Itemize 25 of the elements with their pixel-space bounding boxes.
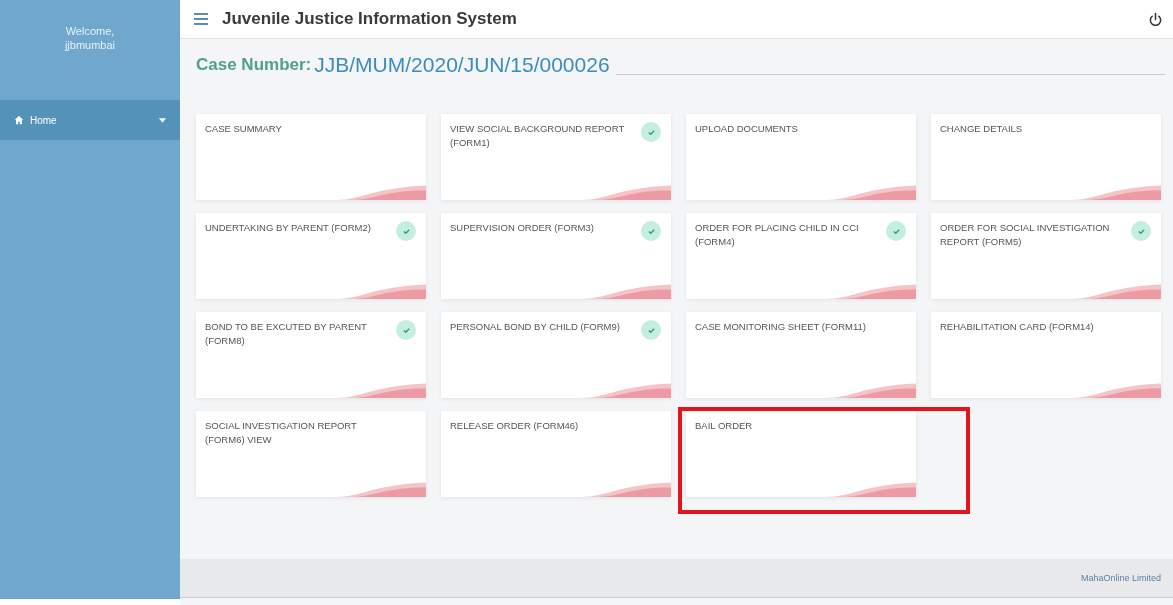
- case-number-label: Case Number:: [196, 55, 312, 76]
- case-number: JJB/MUM/2020/JUN/15/000026: [314, 53, 610, 77]
- form-card[interactable]: REHABILITATION CARD (FORM14): [931, 312, 1161, 398]
- user-name: jjbmumbai: [64, 38, 116, 52]
- footer-text: MahaOnline Limited: [1080, 573, 1161, 583]
- form-card[interactable]: ORDER FOR PLACING CHILD IN CCI (FORM4): [686, 213, 916, 299]
- form-card[interactable]: BAIL ORDER: [686, 411, 916, 497]
- menu-button[interactable]: [194, 13, 208, 25]
- form-card[interactable]: UNDERTAKING BY PARENT (FORM2): [196, 213, 426, 299]
- app-title: Juvenile Justice Information System: [222, 9, 518, 29]
- form-card[interactable]: CASE MONITORING SHEET (FORM11): [686, 312, 916, 398]
- welcome-text: Welcome,: [65, 24, 115, 38]
- form-card[interactable]: PERSONAL BOND BY CHILD (FORM9): [441, 312, 671, 398]
- form-card[interactable]: UPLOAD DOCUMENTS: [686, 114, 916, 200]
- form-card[interactable]: CHANGE DETAILS: [931, 114, 1161, 200]
- form-card[interactable]: RELEASE ORDER (FORM46): [441, 411, 671, 497]
- form-card[interactable]: CASE SUMMARY: [196, 114, 426, 200]
- form-card[interactable]: SOCIAL INVESTIGATION REPORT (FORM6) VIEW: [196, 411, 426, 497]
- caret-icon: [159, 117, 166, 123]
- power-icon[interactable]: [1148, 11, 1163, 27]
- home-icon: [14, 115, 24, 125]
- form-card[interactable]: SUPERVISION ORDER (FORM3): [441, 213, 671, 299]
- form-card[interactable]: VIEW SOCIAL BACKGROUND REPORT (FORM1): [441, 114, 671, 200]
- form-card[interactable]: BOND TO BE EXCUTED BY PARENT (FORM8): [196, 312, 426, 398]
- form-card[interactable]: ORDER FOR SOCIAL INVESTIGATION REPORT (FORM5): [931, 213, 1161, 299]
